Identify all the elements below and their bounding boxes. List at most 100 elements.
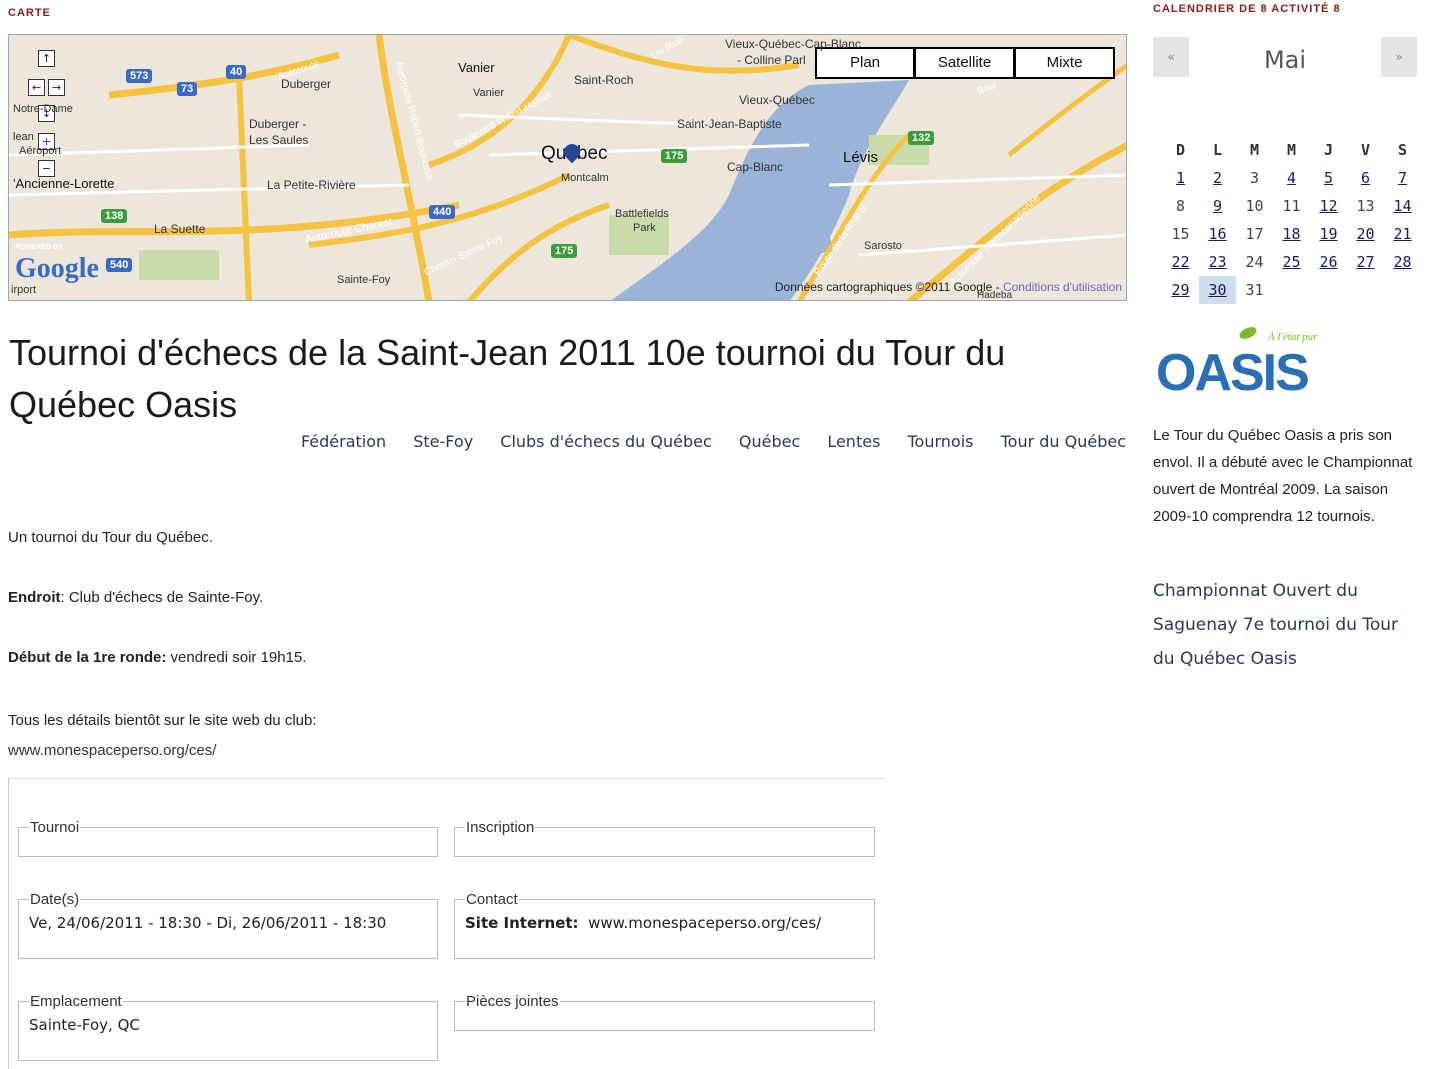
club-website-link[interactable]: www.monespaceperso.org/ces/ xyxy=(8,742,216,759)
map-label-irport: irport xyxy=(11,284,37,296)
powered-by-label: POWERED BY xyxy=(15,244,63,251)
tag-link[interactable]: Ste-Foy xyxy=(413,432,473,451)
calendar-day[interactable]: 9 xyxy=(1199,192,1236,220)
route-shield: 540 xyxy=(106,258,133,272)
tag-link[interactable]: Tournois xyxy=(908,432,974,451)
map-type-plan-button[interactable]: Plan xyxy=(815,47,915,79)
tag-link[interactable]: Tour du Québec xyxy=(1001,432,1126,451)
map-label-ancienne-lorette: 'Ancienne-Lorette xyxy=(13,176,115,191)
calendar-week: 8 9 10 11 12 13 14 xyxy=(1162,192,1421,220)
debut-paragraph: Début de la 1re ronde: vendredi soir 19h… xyxy=(8,649,306,666)
calendar-day: 3 xyxy=(1249,169,1260,187)
tournoi-fieldset: Tournoi xyxy=(18,819,438,857)
map-label-notre-dame: Notre-Dame xyxy=(13,103,73,115)
emplacement-legend: Emplacement xyxy=(30,993,122,1010)
route-shield: 175 xyxy=(551,244,578,258)
route-shield: 40 xyxy=(226,65,247,79)
calendar-day[interactable]: 22 xyxy=(1162,248,1199,276)
map-label-lean: lean xyxy=(13,131,34,143)
map-label-vanier: Vanier xyxy=(458,60,495,75)
calendar-day[interactable]: 1 xyxy=(1162,164,1199,192)
tag-link[interactable]: Lentes xyxy=(827,432,880,451)
calendar-day[interactable]: 25 xyxy=(1273,248,1310,276)
calendar-day[interactable]: 26 xyxy=(1310,248,1347,276)
details-text: Tous les détails bientôt sur le site web… xyxy=(8,712,317,729)
route-shield: 440 xyxy=(429,205,456,219)
contact-legend: Contact xyxy=(466,891,518,908)
debut-label: Début de la 1re ronde: xyxy=(8,649,167,666)
calendar-day[interactable]: 23 xyxy=(1199,248,1236,276)
calendar-grid: D L M M J V S 1 2 3 4 5 6 7 8 9 10 11 12 13 14 15 16 17 1… xyxy=(1162,136,1421,304)
map-label-battlefields: Battlefields xyxy=(615,208,669,220)
pan-left-icon[interactable]: ← xyxy=(28,79,45,96)
calendar-day[interactable]: 4 xyxy=(1273,164,1310,192)
oasis-logo[interactable]: À l'état pur OASIS xyxy=(1156,324,1336,402)
event-info-box: Tournoi Inscription Date(s) Ve, 24/06/20… xyxy=(8,778,884,1069)
calendar-days: 1 2 3 4 5 6 7 8 9 10 11 12 13 14 15 16 17 18 19 20 21 22 23 24 2… xyxy=(1162,164,1421,304)
calendar-week: 15 16 17 18 19 20 21 xyxy=(1162,220,1421,248)
calendar-section-label: CALENDRIER DE 8 ACTIVITÉ 8 xyxy=(1153,3,1341,15)
map-label-petite-riviere: La Petite-Rivière xyxy=(267,178,356,192)
calendar-day[interactable]: 12 xyxy=(1310,192,1347,220)
dates-fieldset: Date(s) Ve, 24/06/2011 - 18:30 - Di, 26/… xyxy=(18,891,438,959)
calendar-day[interactable]: 21 xyxy=(1384,220,1421,248)
map[interactable]: ↑ ← → ↓ + − Plan Satellite Mixte Québec … xyxy=(8,34,1127,301)
map-type-satellite-button[interactable]: Satellite xyxy=(914,47,1015,79)
map-label-colline: - Colline Parl xyxy=(737,53,806,67)
calendar-day[interactable]: 20 xyxy=(1347,220,1384,248)
dates-legend: Date(s) xyxy=(30,891,80,908)
taxonomy-tags: Fédération Ste-Foy Clubs d'échecs du Qué… xyxy=(8,432,1126,451)
contact-fieldset: Contact Site Internet: www.monespacepers… xyxy=(454,891,875,959)
google-logo[interactable]: Google xyxy=(15,253,99,285)
inscription-fieldset: Inscription xyxy=(454,819,875,857)
debut-value: vendredi soir 19h15. xyxy=(166,649,307,666)
sidebar-tournament-link[interactable]: Championnat Ouvert du Saguenay 7e tourno… xyxy=(1153,574,1418,676)
calendar-day[interactable]: 19 xyxy=(1310,220,1347,248)
calendar-day[interactable]: 7 xyxy=(1384,164,1421,192)
endroit-paragraph: Endroit: Club d'échecs de Sainte-Foy. xyxy=(8,589,263,606)
calendar-week: 1234567 xyxy=(1162,164,1421,192)
tag-link[interactable]: Québec xyxy=(739,432,800,451)
calendar-next-button[interactable]: » xyxy=(1381,37,1417,77)
map-label-airport: Aéroport xyxy=(19,145,62,157)
tag-link[interactable]: Fédération xyxy=(301,432,386,451)
calendar-day[interactable]: 2 xyxy=(1199,164,1236,192)
map-label-sarosto: Sarosto xyxy=(864,240,902,252)
map-type-mixte-button[interactable]: Mixte xyxy=(1014,47,1115,79)
pieces-jointes-legend: Pièces jointes xyxy=(466,993,559,1010)
calendar-day[interactable]: 27 xyxy=(1347,248,1384,276)
calendar-day[interactable]: 5 xyxy=(1310,164,1347,192)
calendar-day: 10 xyxy=(1245,197,1264,215)
calendar-day[interactable]: 29 xyxy=(1162,276,1199,304)
calendar-day[interactable]: 30 xyxy=(1199,276,1236,304)
pan-right-icon[interactable]: → xyxy=(48,79,65,96)
map-label-vieux-quebec: Vieux-Québec xyxy=(739,93,815,107)
map-section-label: CARTE xyxy=(8,7,51,19)
map-label-montcalm: Montcalm xyxy=(561,172,609,184)
route-shield: 175 xyxy=(661,149,688,163)
sidebar-description: Le Tour du Québec Oasis a pris son envol… xyxy=(1153,427,1413,525)
map-terms-link[interactable]: Conditions d'utilisation xyxy=(1003,280,1122,294)
site-internet-label: Site Internet: xyxy=(465,914,579,932)
pan-up-icon[interactable]: ↑ xyxy=(38,50,55,67)
zoom-out-icon[interactable]: − xyxy=(38,160,55,177)
contact-website-link[interactable]: www.monespaceperso.org/ces/ xyxy=(588,914,821,932)
calendar-day[interactable]: 6 xyxy=(1347,164,1384,192)
calendar-day[interactable]: 14 xyxy=(1384,192,1421,220)
tag-link[interactable]: Clubs d'échecs du Québec xyxy=(500,432,712,451)
calendar-month: Mai xyxy=(1263,46,1307,74)
calendar-day[interactable]: 16 xyxy=(1199,220,1236,248)
emplacement-fieldset: Emplacement Sainte-Foy, QC xyxy=(18,993,438,1061)
weekday-header: J xyxy=(1323,141,1334,159)
calendar-day[interactable]: 18 xyxy=(1273,220,1310,248)
map-label-vieux-quebec-cap: Vieux-Québec-Cap-Blanc xyxy=(725,37,861,51)
intro-paragraph: Un tournoi du Tour du Québec. xyxy=(8,529,213,546)
calendar-day: 24 xyxy=(1245,253,1264,271)
route-shield: 73 xyxy=(177,82,198,96)
calendar-prev-button[interactable]: « xyxy=(1153,37,1189,77)
map-label-park: Park xyxy=(633,222,656,234)
weekday-header: S xyxy=(1397,141,1408,159)
calendar-day[interactable]: 28 xyxy=(1384,248,1421,276)
calendar-week: 22 23 24 25 26 27 28 xyxy=(1162,248,1421,276)
map-label-la-suette: La Suette xyxy=(154,222,206,236)
